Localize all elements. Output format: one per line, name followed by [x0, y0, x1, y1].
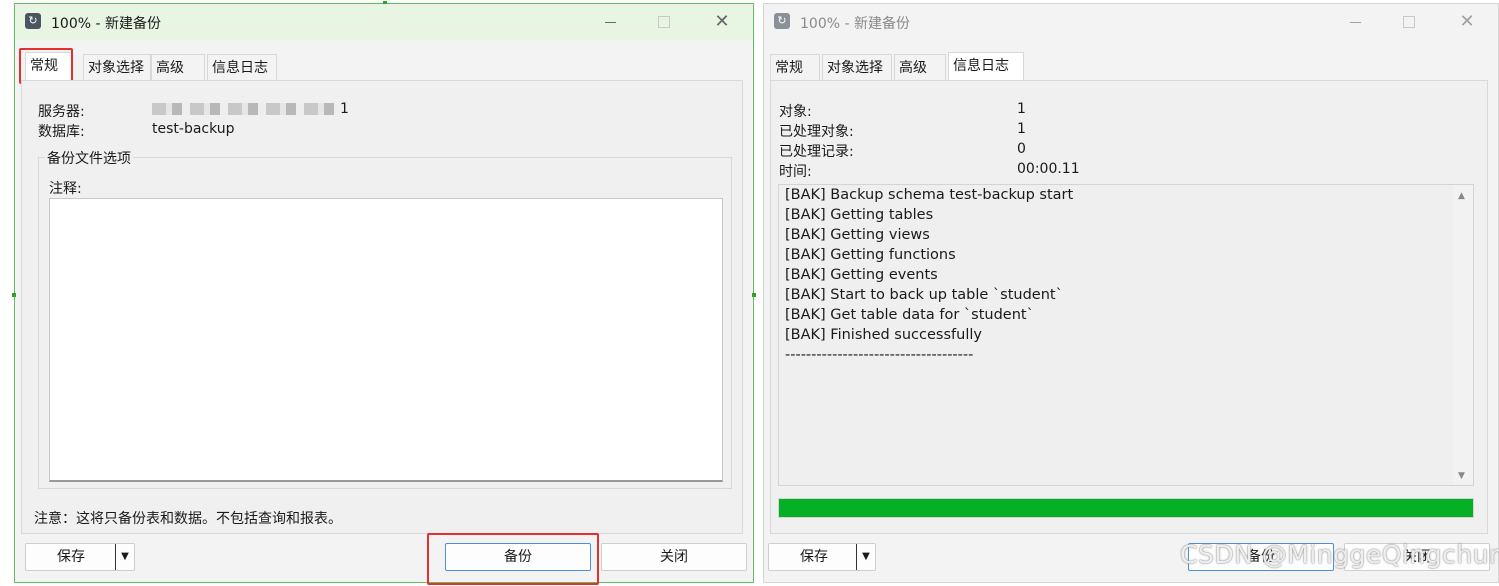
title-bar[interactable]: ↻ 100% - 新建备份 ✕ — [764, 4, 1498, 40]
progress-bar — [778, 498, 1474, 518]
log-line: [BAK] Getting tables — [785, 207, 934, 223]
maximize-icon — [1403, 16, 1415, 28]
close-window-button[interactable]: ✕ — [1452, 10, 1482, 34]
log-line: [BAK] Start to back up table `student` — [785, 287, 1063, 303]
log-scrollbar[interactable]: ▲ ▼ — [1453, 185, 1473, 485]
server-value-redacted — [152, 103, 338, 115]
progress-fill — [779, 499, 1473, 517]
database-label: 数据库: — [38, 124, 85, 140]
processed-objects-label: 已处理对象: — [779, 124, 854, 140]
minimize-button[interactable] — [1340, 10, 1370, 34]
minimize-icon — [1349, 21, 1361, 23]
close-window-button[interactable]: ✕ — [707, 10, 737, 34]
minimize-button[interactable] — [595, 10, 625, 34]
resize-handle-right[interactable] — [752, 293, 756, 297]
log-line: [BAK] Getting functions — [785, 247, 956, 263]
tab-general[interactable]: 常规 — [770, 54, 820, 80]
tab-message-log[interactable]: 信息日志 — [207, 54, 277, 80]
highlight-tab-general — [19, 48, 73, 84]
objects-label: 对象: — [779, 104, 812, 120]
time-value: 00:00.11 — [1017, 161, 1080, 177]
server-value: 1 — [340, 101, 349, 117]
tab-object-selection[interactable]: 对象选择 — [83, 54, 151, 80]
save-split-button[interactable]: 保存 ▼ — [25, 543, 135, 571]
maximize-icon — [658, 16, 670, 28]
app-icon: ↻ — [774, 13, 790, 29]
log-separator: ------------------------------------ — [785, 347, 974, 363]
maximize-button[interactable] — [649, 10, 679, 34]
time-label: 时间: — [779, 164, 812, 180]
chevron-down-icon[interactable]: ▼ — [115, 544, 134, 570]
save-button-label: 保存 — [800, 549, 828, 565]
close-icon: ✕ — [1459, 11, 1475, 32]
close-icon: ✕ — [714, 11, 730, 32]
highlight-backup-button — [427, 533, 599, 585]
resize-handle-left[interactable] — [12, 293, 16, 297]
backup-dialog-log: ↻ 100% - 新建备份 ✕ 常规 对象选择 高级 信息日志 对象: 1 已处… — [763, 3, 1499, 583]
tab-advanced[interactable]: 高级 — [151, 54, 205, 80]
log-line: [BAK] Get table data for `student` — [785, 307, 1034, 323]
app-icon: ↻ — [25, 13, 41, 29]
log-output[interactable]: [BAK] Backup schema test-backup start [B… — [778, 184, 1474, 486]
close-button[interactable]: 关闭 — [601, 543, 747, 571]
tab-message-log[interactable]: 信息日志 — [948, 52, 1024, 80]
tab-advanced[interactable]: 高级 — [894, 54, 946, 80]
log-line: [BAK] Getting events — [785, 267, 938, 283]
title-bar[interactable]: ↻ 100% - 新建备份 ✕ — [15, 4, 753, 40]
scroll-up-icon[interactable]: ▲ — [1458, 191, 1465, 201]
server-label: 服务器: — [38, 104, 85, 120]
comment-label: 注释: — [49, 181, 82, 197]
minimize-icon — [604, 21, 616, 23]
log-line: [BAK] Backup schema test-backup start — [785, 187, 1074, 203]
window-title: 100% - 新建备份 — [800, 16, 910, 32]
tab-object-selection[interactable]: 对象选择 — [822, 54, 892, 80]
maximize-button[interactable] — [1394, 10, 1424, 34]
log-line: [BAK] Finished successfully — [785, 327, 982, 343]
watermark: CSDN @MinggeQingchun — [1180, 540, 1499, 569]
scroll-down-icon[interactable]: ▼ — [1458, 471, 1465, 481]
general-panel: 服务器: 1 数据库: test-backup 备份文件选项 注释: 注意：这将… — [21, 80, 743, 534]
objects-value: 1 — [1017, 101, 1026, 117]
backup-file-options-group: 备份文件选项 注释: — [38, 148, 732, 489]
save-button-label: 保存 — [57, 549, 85, 565]
note-text: 注意：这将只备份表和数据。不包括查询和报表。 — [34, 511, 342, 527]
backup-dialog-general: ↻ 100% - 新建备份 ✕ 常规 对象选择 高级 信息日志 服务器: 1 数… — [12, 1, 756, 585]
database-value: test-backup — [152, 121, 235, 137]
processed-records-value: 0 — [1017, 141, 1026, 157]
processed-objects-value: 1 — [1017, 121, 1026, 137]
processed-records-label: 已处理记录: — [779, 144, 854, 160]
window-title: 100% - 新建备份 — [51, 16, 161, 32]
chevron-down-icon[interactable]: ▼ — [856, 544, 875, 570]
group-title: 备份文件选项 — [45, 148, 133, 168]
log-line: [BAK] Getting views — [785, 227, 930, 243]
comment-textarea[interactable] — [49, 198, 723, 482]
save-split-button[interactable]: 保存 ▼ — [768, 543, 876, 571]
